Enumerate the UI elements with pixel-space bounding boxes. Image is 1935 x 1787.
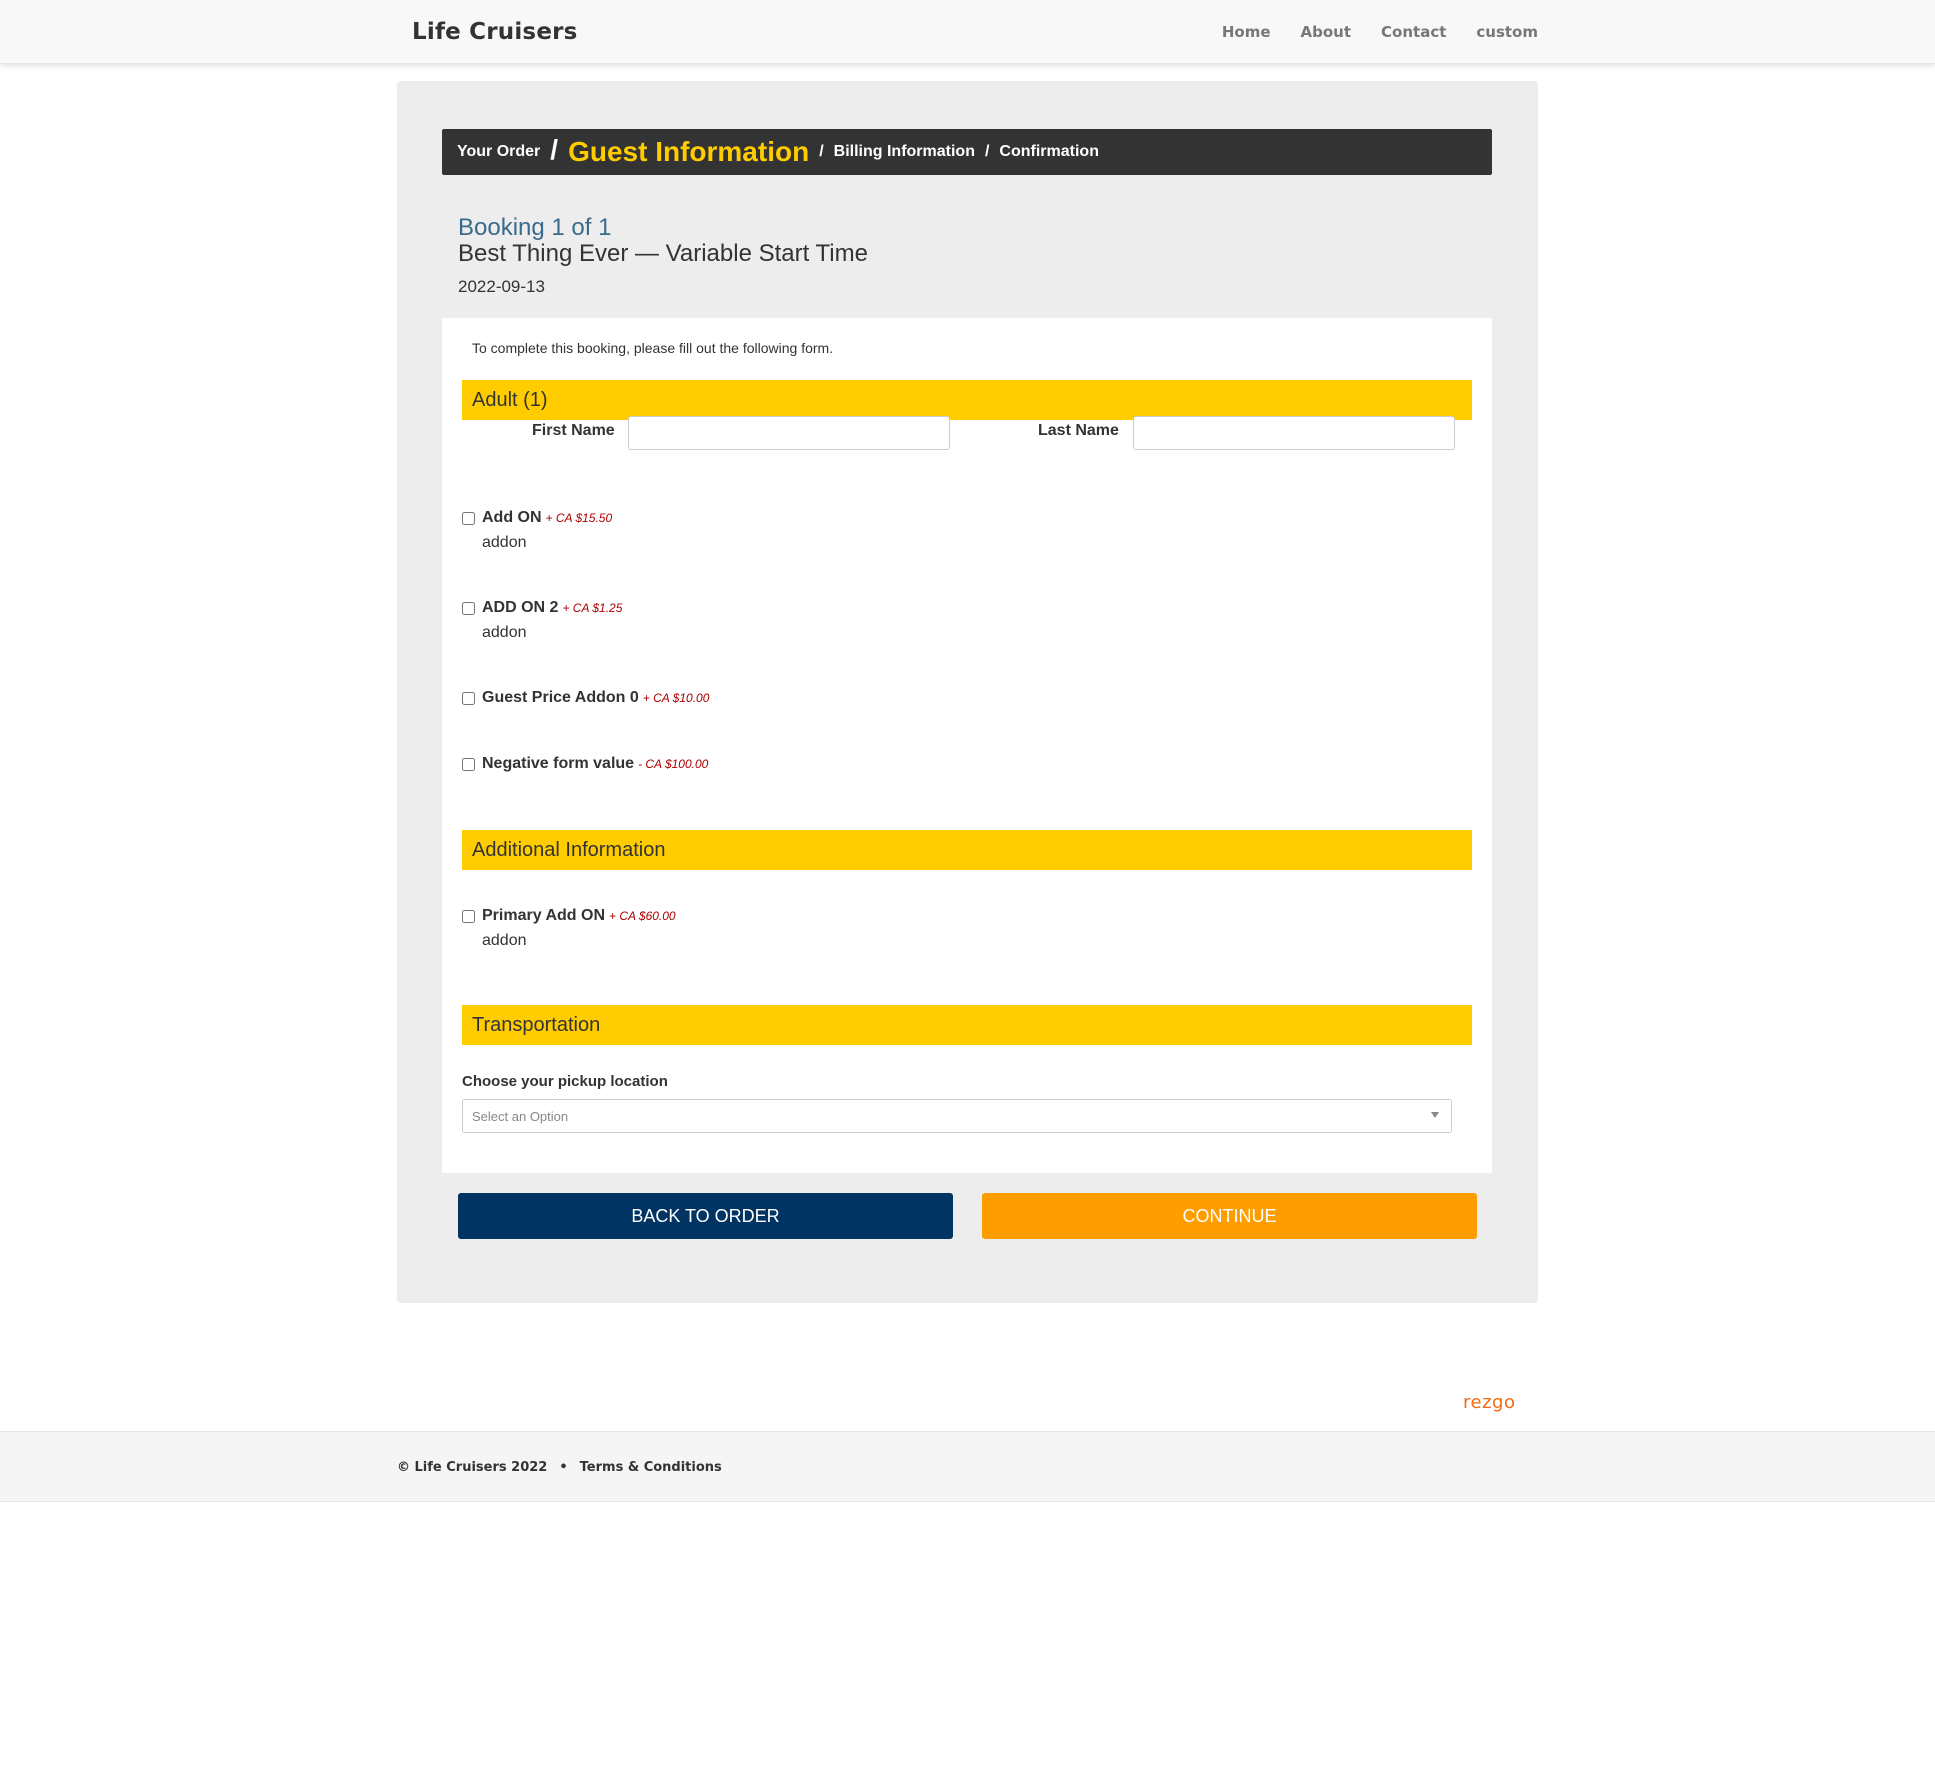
main-nav: Home About Contact custom	[1222, 23, 1538, 41]
breadcrumb-separator: /	[550, 134, 559, 165]
brand-logo[interactable]: Life Cruisers	[412, 19, 578, 45]
nav-home[interactable]: Home	[1222, 23, 1271, 41]
continue-button[interactable]: CONTINUE	[982, 1193, 1477, 1239]
booking-panel: Your Order / Guest Information / Billing…	[397, 81, 1538, 1303]
form-intro: To complete this booking, please fill ou…	[472, 340, 834, 356]
breadcrumb-your-order[interactable]: Your Order	[457, 143, 540, 161]
addon-name: Negative form value - CA $100.00	[482, 755, 708, 773]
addon-name-text: Primary Add ON	[482, 907, 605, 924]
addon-checkbox[interactable]	[462, 692, 475, 705]
guest-form: To complete this booking, please fill ou…	[442, 318, 1492, 1173]
breadcrumb-confirmation: Confirmation	[999, 143, 1099, 160]
booking-title: Best Thing Ever — Variable Start Time	[458, 240, 868, 267]
breadcrumb-separator: /	[984, 143, 990, 160]
pickup-label: Choose your pickup location	[462, 1073, 668, 1090]
addon-name: ADD ON 2 + CA $1.25	[482, 599, 622, 617]
breadcrumb: Your Order / Guest Information / Billing…	[442, 129, 1492, 175]
nav-about[interactable]: About	[1301, 23, 1352, 41]
footer-text: © Life Cruisers 2022 • Terms & Conditions	[397, 1460, 722, 1475]
addon-price: + CA $60.00	[609, 909, 676, 923]
booking-count: Booking 1 of 1	[458, 214, 612, 241]
section-additional-information: Additional Information	[462, 830, 1472, 870]
addon-name-text: Negative form value	[482, 755, 635, 772]
back-to-order-button[interactable]: BACK TO ORDER	[458, 1193, 953, 1239]
addon-checkbox[interactable]	[462, 512, 475, 525]
footer-copyright: © Life Cruisers 2022	[397, 1460, 548, 1475]
first-name-input[interactable]	[628, 416, 950, 450]
breadcrumb-guest-information: Guest Information	[568, 136, 810, 167]
footer-dot: •	[559, 1460, 568, 1475]
first-name-label: First Name	[532, 422, 615, 439]
section-adult: Adult (1)	[462, 380, 1472, 420]
chevron-down-icon	[1431, 1112, 1439, 1118]
addon-price: + CA $1.25	[562, 601, 623, 615]
addon-description: addon	[482, 624, 527, 641]
terms-link[interactable]: Terms & Conditions	[580, 1460, 722, 1475]
addon-price: - CA $100.00	[638, 757, 709, 771]
addon-checkbox[interactable]	[462, 602, 475, 615]
addon-name: Add ON + CA $15.50	[482, 509, 612, 527]
addon-name-text: ADD ON 2	[482, 599, 559, 616]
booking-date: 2022-09-13	[458, 277, 545, 296]
addon-name: Primary Add ON + CA $60.00	[482, 907, 676, 925]
addon-checkbox[interactable]	[462, 910, 475, 923]
section-transportation: Transportation	[462, 1005, 1472, 1045]
rezgo-logo[interactable]: rezgo	[1463, 1392, 1515, 1413]
addon-price: + CA $10.00	[642, 691, 710, 705]
pickup-placeholder: Select an Option	[472, 1109, 569, 1124]
nav-contact[interactable]: Contact	[1381, 23, 1446, 41]
addon-description: addon	[482, 534, 527, 551]
addon-name-text: Guest Price Addon 0	[482, 689, 639, 706]
addon-name: Guest Price Addon 0 + CA $10.00	[482, 689, 709, 707]
breadcrumb-separator: /	[819, 143, 824, 160]
last-name-label: Last Name	[1038, 422, 1119, 439]
pickup-select[interactable]: Select an Option	[462, 1099, 1452, 1133]
footer: © Life Cruisers 2022 • Terms & Conditions	[0, 1431, 1935, 1502]
breadcrumb-billing-information: Billing Information	[833, 143, 975, 160]
addon-name-text: Add ON	[482, 509, 542, 526]
top-navbar: Life Cruisers Home About Contact custom	[0, 0, 1935, 64]
addon-checkbox[interactable]	[462, 758, 475, 771]
addon-description: addon	[482, 932, 527, 949]
addon-price: + CA $15.50	[545, 511, 613, 525]
nav-custom[interactable]: custom	[1476, 23, 1538, 41]
last-name-input[interactable]	[1133, 416, 1455, 450]
